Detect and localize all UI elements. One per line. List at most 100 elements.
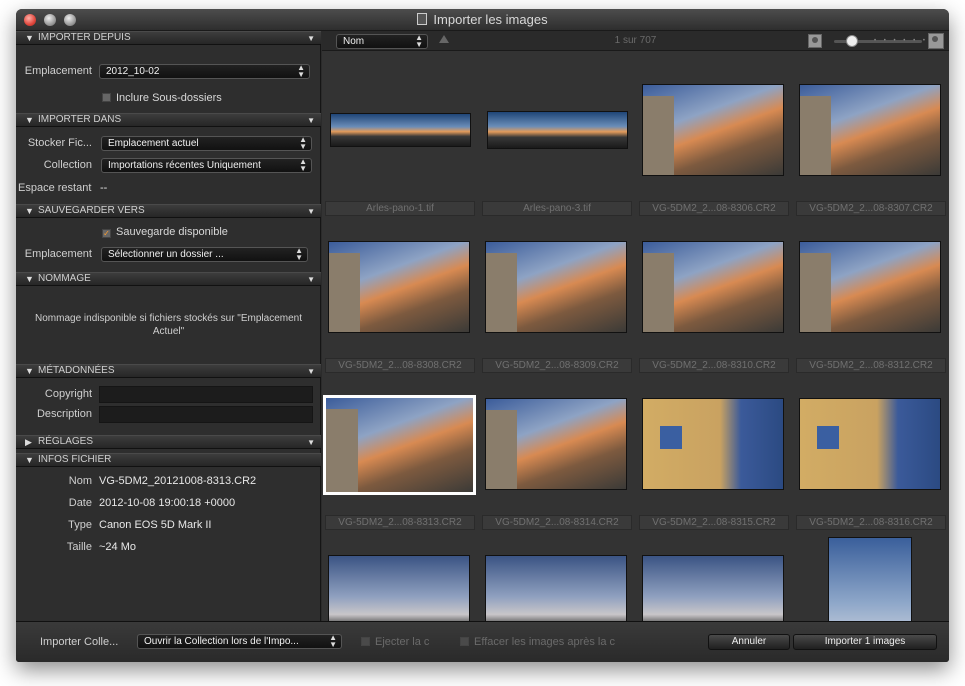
section-header-label: IMPORTER DEPUIS [38, 32, 131, 43]
section-header-label: SAUVEGARDER VERS [38, 205, 145, 216]
title-bar: Importer les images [16, 9, 949, 31]
thumbnail-image[interactable] [487, 111, 628, 149]
naming-note-line1: Nommage indisponible si fichiers stockés… [35, 313, 302, 324]
section-header-label: MÉTADONNÉES [38, 365, 115, 376]
backup-available-checkbox[interactable]: ✓ Sauvegarde disponible [102, 226, 228, 238]
section-menu-icon[interactable]: ▼ [307, 33, 315, 45]
thumbnail-image[interactable] [828, 537, 912, 621]
disclosure-triangle-icon[interactable]: ▼ [25, 205, 34, 217]
disclosure-triangle-icon[interactable]: ▼ [25, 32, 34, 44]
section-backup[interactable]: ▼ SAUVEGARDER VERS ▼ [16, 204, 321, 218]
section-menu-icon[interactable]: ▼ [307, 366, 315, 378]
thumbnail-image[interactable] [328, 555, 470, 621]
image-browser: Nom ▲ ▼ 1 sur 707 • • • • • • • Arles-pan… [322, 31, 949, 621]
location-label: Emplacement [24, 65, 92, 77]
thumbnail-caption: VG-5DM2_2...08-8316.CR2 [796, 515, 946, 530]
naming-note-line2: Actuel" [152, 326, 185, 337]
thumbnail-image[interactable] [799, 398, 941, 490]
file-date-label: Date [68, 497, 92, 509]
thumbnail-caption: VG-5DM2_2...08-8312.CR2 [796, 358, 946, 373]
disclosure-triangle-icon[interactable]: ▶ [25, 436, 32, 448]
thumbnail-image[interactable] [642, 398, 784, 490]
browser-toolbar: Nom ▲ ▼ 1 sur 707 • • • • • • • [322, 31, 949, 51]
section-menu-icon[interactable]: ▼ [307, 206, 315, 218]
thumbnail-image[interactable] [799, 84, 941, 176]
thumbnail-image[interactable] [323, 395, 476, 495]
popup-arrows-icon: ▲ ▼ [299, 158, 307, 173]
person-large-icon[interactable] [928, 33, 944, 49]
eject-label: Ejecter la c [375, 636, 430, 648]
section-menu-icon[interactable]: ▼ [307, 274, 315, 286]
erase-after-import-checkbox[interactable]: Effacer les images après la c [460, 636, 615, 648]
checkbox-icon[interactable] [361, 637, 370, 646]
thumbnail-image[interactable] [642, 555, 784, 621]
backup-location-label: Emplacement [24, 248, 92, 260]
disclosure-triangle-icon[interactable]: ▼ [25, 454, 34, 466]
store-files-value: Emplacement actuel [108, 138, 199, 149]
thumbnail-caption: VG-5DM2_2...08-8306.CR2 [639, 201, 789, 216]
include-subfolders-checkbox[interactable]: Inclure Sous-dossiers [102, 92, 222, 104]
document-icon [417, 13, 428, 25]
section-import-from[interactable]: ▼ IMPORTER DEPUIS ▼ [16, 31, 321, 45]
thumbnail-image[interactable] [485, 555, 627, 621]
disclosure-triangle-icon[interactable]: ▼ [25, 273, 34, 285]
cancel-button[interactable]: Annuler [708, 634, 790, 650]
space-remaining-label: Espace restant [18, 182, 92, 194]
import-collection-value: Ouvrir la Collection lors de l'Impo... [144, 636, 299, 647]
collection-value: Importations récentes Uniquement [108, 160, 261, 171]
section-metadata[interactable]: ▼ MÉTADONNÉES ▼ [16, 364, 321, 378]
description-label: Description [36, 408, 92, 420]
thumbnail-grid: Arles-pano-1.tif Arles-pano-3.tif VG-5DM… [322, 51, 949, 621]
slider-knob[interactable] [846, 35, 858, 47]
file-size-value: ~24 Mo [99, 541, 136, 553]
thumbnail-caption: VG-5DM2_2...08-8308.CR2 [325, 358, 475, 373]
disclosure-triangle-icon[interactable]: ▼ [25, 114, 34, 126]
store-files-label: Stocker Fic... [27, 137, 92, 149]
section-menu-icon[interactable]: ▼ [307, 437, 315, 449]
section-header-label: INFOS FICHIER [38, 454, 112, 465]
section-settings[interactable]: ▶ RÉGLAGES ▼ [16, 435, 321, 449]
thumbnail-caption: VG-5DM2_2...08-8310.CR2 [639, 358, 789, 373]
file-name-value: VG-5DM2_20121008-8313.CR2 [99, 475, 257, 487]
erase-label: Effacer les images après la c [474, 636, 616, 648]
checkbox-icon[interactable] [102, 93, 111, 102]
store-files-popup[interactable]: Emplacement actuel ▲ ▼ [101, 136, 312, 151]
collection-label: Collection [43, 159, 92, 171]
section-menu-icon[interactable]: ▼ [307, 115, 315, 127]
section-naming[interactable]: ▼ NOMMAGE ▼ [16, 272, 321, 286]
eject-checkbox[interactable]: Ejecter la c [361, 636, 429, 648]
thumbnail-image[interactable] [330, 113, 471, 147]
section-import-into[interactable]: ▼ IMPORTER DANS ▼ [16, 113, 321, 127]
checkbox-icon[interactable] [460, 637, 469, 646]
thumbnail-image[interactable] [642, 84, 784, 176]
person-small-icon[interactable] [808, 34, 822, 48]
thumbnail-image[interactable] [799, 241, 941, 333]
naming-unavailable-note: Nommage indisponible si fichiers stockés… [16, 312, 321, 338]
thumbnail-caption: Arles-pano-3.tif [482, 201, 632, 216]
section-header-label: IMPORTER DANS [38, 114, 122, 125]
copyright-field[interactable] [99, 386, 313, 403]
thumbnail-caption: VG-5DM2_2...08-8307.CR2 [796, 201, 946, 216]
thumbnail-caption: VG-5DM2_2...08-8309.CR2 [482, 358, 632, 373]
thumbnail-image[interactable] [328, 241, 470, 333]
source-location-value: 2012_10-02 [106, 66, 160, 77]
thumbnail-image[interactable] [642, 241, 784, 333]
thumbnail-caption: Arles-pano-1.tif [325, 201, 475, 216]
section-header-label: NOMMAGE [38, 273, 91, 284]
description-field[interactable] [99, 406, 313, 423]
import-button[interactable]: Importer 1 images [793, 634, 937, 650]
file-type-label: Type [68, 519, 92, 531]
checkmark-icon[interactable]: ✓ [102, 229, 111, 238]
thumbnail-image[interactable] [485, 398, 627, 490]
section-file-info[interactable]: ▼ INFOS FICHIER [16, 453, 321, 467]
import-collection-popup[interactable]: Ouvrir la Collection lors de l'Impo... ▲… [137, 634, 342, 649]
popup-arrows-icon: ▲ ▼ [297, 64, 305, 79]
import-window: Importer les images ▼ IMPORTER DEPUIS ▼ … [16, 9, 949, 662]
source-location-popup[interactable]: 2012_10-02 ▲ ▼ [99, 64, 310, 79]
popup-arrows-icon: ▲ ▼ [299, 136, 307, 151]
popup-arrows-icon: ▲ ▼ [295, 247, 303, 262]
collection-popup[interactable]: Importations récentes Uniquement ▲ ▼ [101, 158, 312, 173]
thumbnail-image[interactable] [485, 241, 627, 333]
backup-location-popup[interactable]: Sélectionner un dossier ... ▲ ▼ [101, 247, 308, 262]
disclosure-triangle-icon[interactable]: ▼ [25, 365, 34, 377]
